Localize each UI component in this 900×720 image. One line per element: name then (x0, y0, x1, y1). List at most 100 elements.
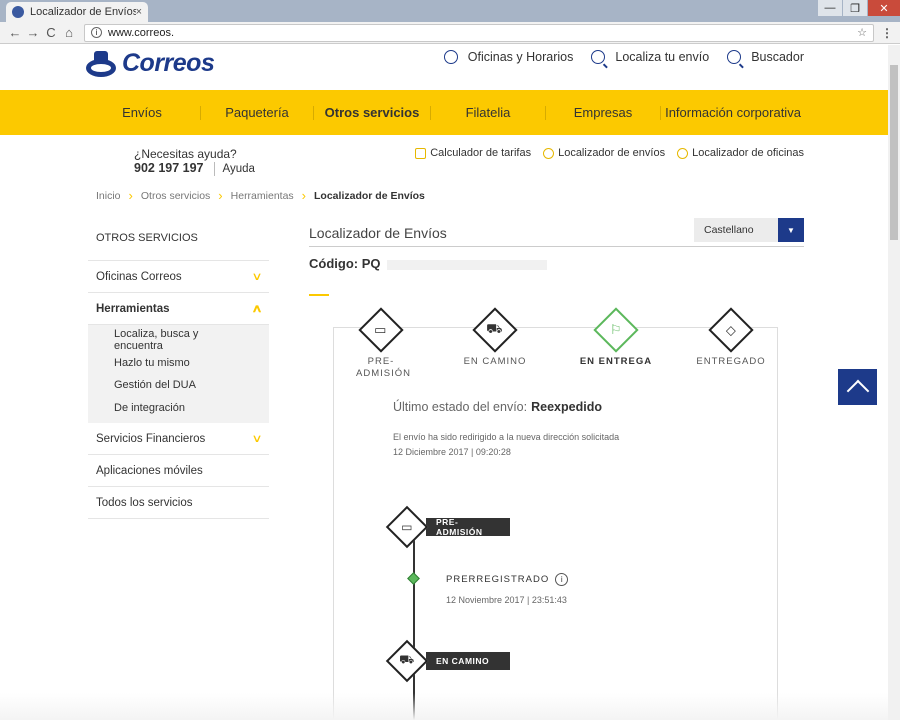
breadcrumb: Inicio › Otros servicios › Herramientas … (96, 188, 425, 203)
sidebar-subitem-integracion[interactable]: De integración (88, 397, 269, 420)
monitor-icon: ▭ (401, 520, 413, 534)
timeline-line (413, 525, 415, 720)
header-link-search[interactable]: Buscador (727, 50, 804, 64)
sidebar-item-financieros[interactable]: Servicios Financieros ∨ (88, 423, 269, 455)
stage-label: ENTREGADO (696, 356, 766, 367)
back-icon[interactable]: ← (6, 25, 24, 40)
nav-item-filatelia[interactable]: Filatelia (431, 105, 545, 120)
info-icon[interactable]: i (555, 573, 569, 586)
chevron-up-icon: ∧ (251, 303, 263, 315)
header-links: Oficinas y Horarios Localiza tu envío Bu… (426, 50, 804, 64)
header-link-label: Oficinas y Horarios (467, 50, 574, 64)
language-value: Castellano (704, 224, 754, 236)
sidebar-item-label: Aplicaciones móviles (96, 464, 203, 477)
sidebar-item-todos[interactable]: Todos los servicios (88, 487, 269, 519)
sidebar-item-oficinas[interactable]: Oficinas Correos ∨ (88, 261, 269, 293)
brand-name: Correos (122, 49, 215, 77)
tool-label: Localizador de oficinas (692, 147, 804, 159)
sidebar-subitem-hazlo[interactable]: Hazlo tu mismo (88, 352, 269, 375)
main-nav: Envíos Paquetería Otros servicios Filate… (0, 90, 888, 135)
nav-item-informacion-corporativa[interactable]: Información corporativa (661, 105, 805, 120)
nav-item-empresas[interactable]: Empresas (546, 105, 660, 120)
status-date: 12 Diciembre 2017 | 09:20:28 (393, 447, 511, 457)
back-to-top-button[interactable] (838, 369, 877, 405)
post-horn-icon (84, 50, 118, 77)
reload-icon[interactable]: C (42, 25, 60, 40)
help-block: ¿Necesitas ayuda? 902 197 197 Ayuda (134, 147, 255, 176)
chevron-up-icon (846, 379, 869, 403)
page-scrollbar[interactable] (888, 45, 900, 720)
help-link[interactable]: Ayuda (213, 162, 255, 176)
tool-rate-calculator[interactable]: Calculador de tarifas (415, 147, 531, 159)
tracking-code: Código: PQ (309, 256, 547, 271)
forward-icon[interactable]: → (24, 25, 42, 40)
search-icon (727, 50, 742, 64)
maximize-icon[interactable]: ❐ (843, 0, 867, 16)
url-field[interactable]: i www.correos. ☆ (84, 23, 874, 42)
timeline-step-en-camino: ⛟ EN CAMINO (385, 639, 510, 683)
header-link-track[interactable]: Localiza tu envío (591, 50, 709, 64)
address-bar: ← → C ⌂ i www.correos. ☆ ⋮ (0, 22, 900, 44)
timeline-event-name: PRERREGISTRADO i (446, 573, 569, 586)
clock-icon (443, 50, 458, 64)
timeline-event-date: 12 Noviembre 2017 | 23:51:43 (446, 595, 567, 605)
last-status-value: Reexpedido (531, 400, 602, 414)
header-link-label: Localiza tu envío (615, 50, 710, 64)
minimize-icon[interactable]: — (818, 0, 842, 16)
last-status-label: Último estado del envío: (393, 400, 528, 414)
chevron-right-icon: › (128, 188, 133, 203)
browser-tab-bar: Localizador de Envíos × — ❐ ✕ (0, 0, 900, 22)
help-question: ¿Necesitas ayuda? (134, 147, 237, 161)
tab-close-icon[interactable]: × (136, 6, 142, 18)
tab-title: Localizador de Envíos (30, 6, 136, 18)
box-icon: ◇ (725, 322, 737, 337)
chevron-down-icon: ∨ (251, 433, 263, 445)
breadcrumb-current: Localizador de Envíos (314, 189, 425, 202)
sidebar-item-label: Todos los servicios (96, 496, 193, 509)
stage-entregado: ◇ ENTREGADO (686, 307, 776, 368)
chevron-right-icon: › (301, 188, 307, 203)
site-header: Correos Oficinas y Horarios Localiza tu … (0, 45, 888, 90)
sidebar-subitem-dua[interactable]: Gestión del DUA (88, 374, 269, 397)
sidebar-title: OTROS SERVICIOS (88, 220, 269, 261)
event-name-text: PRERREGISTRADO (446, 574, 550, 585)
accent-line (309, 294, 329, 296)
browser-menu-icon[interactable]: ⋮ (880, 26, 894, 40)
bookmark-star-icon[interactable]: ☆ (857, 26, 867, 39)
dropdown-arrow-icon[interactable]: ▼ (778, 218, 804, 242)
nav-item-paqueteria[interactable]: Paquetería (201, 105, 313, 120)
stage-pre-admision: ▭ PRE-ADMISIÓN (336, 307, 426, 380)
site-info-icon[interactable]: i (91, 27, 102, 38)
browser-tab[interactable]: Localizador de Envíos × (6, 2, 148, 22)
sidebar: OTROS SERVICIOS Oficinas Correos ∨ Herra… (88, 220, 269, 519)
scrollbar-thumb[interactable] (890, 65, 898, 240)
breadcrumb-item[interactable]: Inicio (96, 190, 121, 202)
calculator-icon (415, 147, 427, 159)
window-controls: — ❐ ✕ (817, 0, 900, 16)
tool-shipment-locator[interactable]: Localizador de envíos (543, 147, 665, 159)
chevron-right-icon: › (218, 188, 223, 203)
window-close-icon[interactable]: ✕ (868, 0, 900, 16)
breadcrumb-item[interactable]: Otros servicios (141, 190, 210, 202)
home-icon[interactable]: ⌂ (60, 25, 78, 40)
tool-label: Calculador de tarifas (430, 147, 532, 159)
nav-item-otros-servicios[interactable]: Otros servicios (314, 105, 430, 120)
stage-label: EN ENTREGA (579, 356, 653, 367)
timeline-step-label: PRE-ADMISIÓN (426, 517, 510, 537)
breadcrumb-item[interactable]: Herramientas (231, 190, 294, 202)
sidebar-item-label: Herramientas (96, 302, 170, 315)
sidebar-item-label: Oficinas Correos (96, 270, 182, 283)
stage-en-entrega: ⚐ EN ENTREGA (571, 307, 661, 368)
search-icon (543, 147, 555, 159)
help-phone[interactable]: 902 197 197 (134, 161, 204, 175)
header-link-offices[interactable]: Oficinas y Horarios (443, 50, 574, 64)
correos-logo[interactable]: Correos (84, 49, 215, 78)
language-select[interactable]: Castellano ▼ (694, 218, 804, 242)
redacted-code (386, 259, 547, 270)
sidebar-item-herramientas[interactable]: Herramientas ∧ (88, 293, 269, 325)
sidebar-subitem-localiza[interactable]: Localiza, busca y encuentra (88, 328, 269, 352)
nav-item-envios[interactable]: Envíos (84, 105, 200, 120)
tool-office-locator[interactable]: Localizador de oficinas (677, 147, 804, 159)
status-description: El envío ha sido redirigido a la nueva d… (393, 432, 620, 442)
sidebar-item-apps[interactable]: Aplicaciones móviles (88, 455, 269, 487)
